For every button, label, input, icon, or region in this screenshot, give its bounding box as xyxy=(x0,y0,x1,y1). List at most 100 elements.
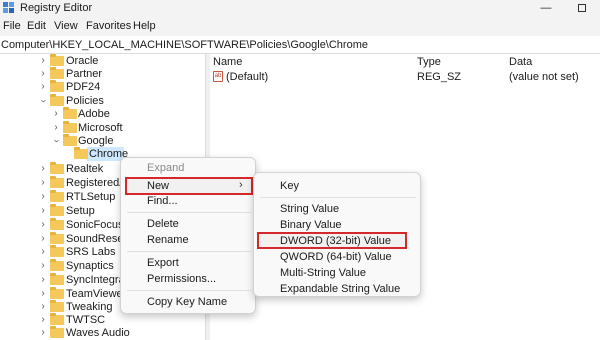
chevron-right-icon[interactable]: › xyxy=(51,108,61,120)
value-type: REG_SZ xyxy=(417,71,462,83)
folder-icon xyxy=(50,313,64,325)
chevron-right-icon[interactable]: › xyxy=(38,246,48,258)
folder-icon xyxy=(50,204,64,216)
chevron-right-icon[interactable]: › xyxy=(38,68,48,80)
chevron-down-icon[interactable]: › xyxy=(50,136,62,146)
chevron-right-icon[interactable]: › xyxy=(38,314,48,326)
tree-item-label: TeamViewer xyxy=(66,288,127,300)
submenu-item-multi-string-value[interactable]: Multi-String Value xyxy=(280,267,366,279)
folder-icon xyxy=(50,162,64,174)
menu-item-copy-key-name[interactable]: Copy Key Name xyxy=(147,296,227,308)
chevron-right-icon[interactable]: › xyxy=(38,163,48,175)
new-submenu: Key String Value Binary Value DWORD (32-… xyxy=(253,172,421,297)
folder-icon xyxy=(50,67,64,79)
menu-help[interactable]: Help xyxy=(133,20,156,32)
chevron-right-icon[interactable]: › xyxy=(38,327,48,339)
value-data: (value not set) xyxy=(509,71,579,83)
menu-item-rename[interactable]: Rename xyxy=(147,234,189,246)
folder-icon xyxy=(50,80,64,92)
folder-open-icon xyxy=(50,94,64,106)
tree-item-label: Policies xyxy=(66,95,104,107)
context-menu: Expand New › Find... Delete Rename Expor… xyxy=(120,157,256,314)
tree-item-label: TWTSC xyxy=(66,314,106,326)
column-header-name[interactable]: Name xyxy=(213,56,242,68)
folder-icon xyxy=(50,176,64,188)
tree-item-label: PDF24 xyxy=(66,81,101,93)
submenu-item-string-value[interactable]: String Value xyxy=(280,203,339,215)
chevron-right-icon[interactable]: › xyxy=(38,55,48,67)
column-header-type[interactable]: Type xyxy=(417,56,441,68)
string-value-icon: ab xyxy=(213,71,223,82)
tree-item-label: Partner xyxy=(66,68,103,80)
submenu-item-key[interactable]: Key xyxy=(280,180,299,192)
folder-icon xyxy=(63,107,77,119)
menu-file[interactable]: File xyxy=(3,20,21,32)
folder-icon xyxy=(50,259,64,271)
chevron-right-icon[interactable]: › xyxy=(38,205,48,217)
maximize-icon xyxy=(578,4,586,12)
chevron-right-icon[interactable]: › xyxy=(51,122,61,134)
chevron-right-icon[interactable]: › xyxy=(38,288,48,300)
folder-icon xyxy=(63,121,77,133)
folder-icon xyxy=(50,232,64,244)
folder-icon xyxy=(50,300,64,312)
tree-item-label: Oracle xyxy=(66,55,99,67)
folder-icon xyxy=(50,190,64,202)
folder-icon xyxy=(50,273,64,285)
submenu-item-qword-value[interactable]: QWORD (64-bit) Value xyxy=(280,251,392,263)
address-bar[interactable]: Computer\HKEY_LOCAL_MACHINE\SOFTWARE\Pol… xyxy=(0,36,600,54)
tree-item-label: Setup xyxy=(66,205,95,217)
menu-separator xyxy=(127,290,251,291)
menu-item-expand: Expand xyxy=(147,162,185,174)
folder-icon xyxy=(74,147,88,159)
tree-item-label: Synaptics xyxy=(66,260,114,272)
folder-icon xyxy=(50,245,64,257)
chevron-right-icon[interactable]: › xyxy=(38,81,48,93)
value-name[interactable]: (Default) xyxy=(226,71,268,83)
chevron-right-icon[interactable]: › xyxy=(38,191,48,203)
chevron-right-icon[interactable]: › xyxy=(38,233,48,245)
menu-separator xyxy=(127,251,251,252)
chevron-right-icon[interactable]: › xyxy=(38,260,48,272)
registry-editor-icon xyxy=(3,2,14,13)
submenu-item-dword-value[interactable]: DWORD (32-bit) Value xyxy=(280,235,391,247)
chevron-right-icon[interactable]: › xyxy=(38,219,48,231)
chevron-right-icon[interactable]: › xyxy=(38,177,48,189)
menu-item-delete[interactable]: Delete xyxy=(147,218,179,230)
tree-item-label: Adobe xyxy=(78,108,110,120)
menu-favorites[interactable]: Favorites xyxy=(86,20,131,32)
maximize-button[interactable] xyxy=(564,0,600,17)
menu-view[interactable]: View xyxy=(54,20,78,32)
tree-item-label: Realtek xyxy=(66,163,104,175)
minimize-icon: — xyxy=(540,2,552,14)
chevron-down-icon[interactable]: › xyxy=(37,96,49,106)
tree-item-label: Waves Audio xyxy=(66,327,130,339)
title-bar: Registry Editor — xyxy=(0,0,600,17)
folder-open-icon xyxy=(63,134,77,146)
tree-item-label: RTLSetup xyxy=(66,191,116,203)
menu-separator xyxy=(260,197,416,198)
tree-item-label: SonicFocus xyxy=(66,219,124,231)
menu-item-export[interactable]: Export xyxy=(147,257,179,269)
column-header-data[interactable]: Data xyxy=(509,56,532,68)
chevron-right-icon[interactable]: › xyxy=(38,274,48,286)
menu-item-new-highlight[interactable] xyxy=(125,177,253,195)
tree-item-label: Google xyxy=(78,135,114,147)
menu-item-permissions[interactable]: Permissions... xyxy=(147,273,216,285)
address-path: Computer\HKEY_LOCAL_MACHINE\SOFTWARE\Pol… xyxy=(1,39,368,51)
menu-bar: File Edit View Favorites Help xyxy=(0,17,600,36)
menu-edit[interactable]: Edit xyxy=(27,20,46,32)
submenu-item-expandable-string-value[interactable]: Expandable String Value xyxy=(280,283,400,295)
window-title: Registry Editor xyxy=(20,2,93,14)
minimize-button[interactable]: — xyxy=(528,0,564,17)
menu-item-find[interactable]: Find... xyxy=(147,195,178,207)
tree-item-label: Tweaking xyxy=(66,301,113,313)
menu-item-new[interactable]: New xyxy=(147,180,169,192)
chevron-right-icon[interactable]: › xyxy=(38,301,48,313)
folder-icon xyxy=(50,287,64,299)
folder-icon xyxy=(50,218,64,230)
menu-separator xyxy=(127,212,251,213)
submenu-item-binary-value[interactable]: Binary Value xyxy=(280,219,342,231)
tree-item-label: Microsoft xyxy=(78,122,123,134)
tree-item-label: SRS Labs xyxy=(66,246,116,258)
